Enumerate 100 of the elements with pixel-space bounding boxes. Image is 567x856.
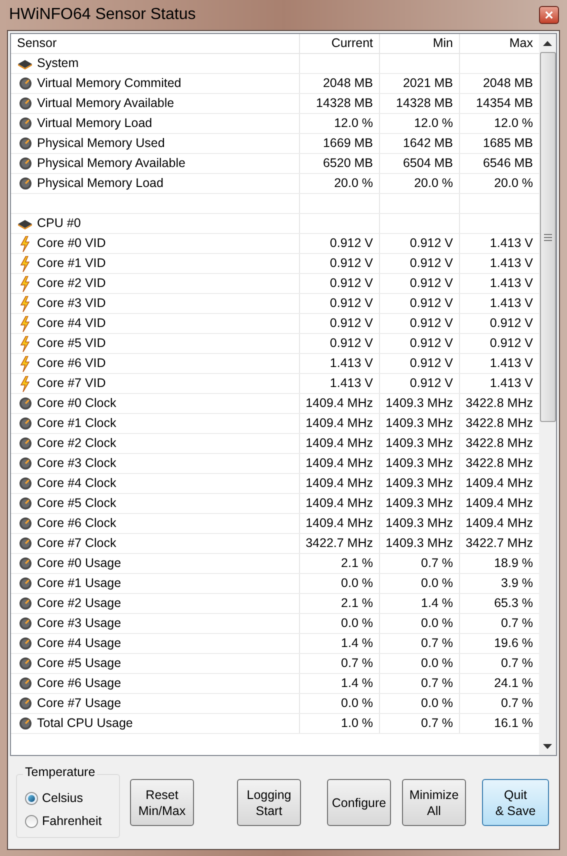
sensor-name: Core #3 VID xyxy=(37,295,106,312)
value-cell-text: 18.9 % xyxy=(494,555,533,572)
column-header[interactable]: Current xyxy=(299,34,379,53)
gauge-icon xyxy=(18,177,32,190)
value-cell-text: 1409.4 MHz xyxy=(306,515,373,532)
sensor-name: Virtual Memory Load xyxy=(37,115,152,132)
sensor-name: CPU #0 xyxy=(37,215,81,232)
sensor-name: Physical Memory Available xyxy=(37,155,186,172)
value-cell-text: 0.7 % xyxy=(421,715,453,732)
sensor-name: Core #4 Clock xyxy=(37,475,116,492)
sensor-name: Core #2 Usage xyxy=(37,595,122,612)
sensor-name: Virtual Memory Available xyxy=(37,95,174,112)
value-cell-text: 1409.3 MHz xyxy=(386,515,453,532)
value-cell-text: 0.7 % xyxy=(421,675,453,692)
value-cell-text: 1409.4 MHz xyxy=(466,515,533,532)
value-cell-text: 0.912 V xyxy=(410,335,453,352)
value-cell-text: 1409.4 MHz xyxy=(306,495,373,512)
radio-option[interactable]: Fahrenheit xyxy=(25,812,119,830)
value-cell-text: 1.413 V xyxy=(490,355,533,372)
sensor-name: Core #6 VID xyxy=(37,355,106,372)
gauge-icon xyxy=(18,537,32,550)
value-cell-text: 3422.7 MHz xyxy=(306,535,373,552)
action-button[interactable]: Reset Min/Max xyxy=(130,779,194,826)
action-button[interactable]: Configure xyxy=(327,779,391,826)
gauge-icon xyxy=(18,457,32,470)
value-cell-text: 3422.8 MHz xyxy=(466,415,533,432)
scroll-thumb[interactable] xyxy=(540,52,556,422)
value-cell-text: 0.7 % xyxy=(501,615,533,632)
gauge-icon xyxy=(18,97,32,110)
radio-option[interactable]: Celsius xyxy=(25,789,119,808)
value-cell-text: 1409.4 MHz xyxy=(306,395,373,412)
sensor-name: Core #2 Clock xyxy=(37,435,116,452)
sensor-name: Core #1 Usage xyxy=(37,575,122,592)
sensor-name: Core #4 VID xyxy=(37,315,106,332)
chip-icon xyxy=(17,58,33,70)
column-header[interactable]: Min xyxy=(379,34,459,53)
gauge-icon xyxy=(18,437,32,450)
value-cell-text: 14328 MB xyxy=(316,95,373,112)
sensor-name: Total CPU Usage xyxy=(37,715,133,732)
value-cell-text: 1409.3 MHz xyxy=(386,415,453,432)
value-cell-text: 0.912 V xyxy=(330,255,373,272)
sensor-name: Core #6 Clock xyxy=(37,515,116,532)
value-cell-text: 19.6 % xyxy=(494,635,533,652)
gauge-icon xyxy=(18,657,32,670)
value-cell-text: 1685 MB xyxy=(482,135,533,152)
sensor-name: Core #7 VID xyxy=(37,375,106,392)
value-cell-text: 1.413 V xyxy=(490,375,533,392)
value-cell-text: 1.413 V xyxy=(330,375,373,392)
sensor-name: Physical Memory Used xyxy=(37,135,165,152)
value-cell-text: 0.912 V xyxy=(330,235,373,252)
value-cell-text: 0.912 V xyxy=(410,375,453,392)
action-button[interactable]: Quit & Save xyxy=(482,779,549,826)
sensor-name: Core #6 Usage xyxy=(37,675,122,692)
value-cell-text: 1409.4 MHz xyxy=(306,415,373,432)
value-cell-text: 12.0 % xyxy=(494,115,533,132)
value-cell-text: 1669 MB xyxy=(322,135,373,152)
lightning-icon xyxy=(20,336,30,352)
action-button[interactable]: Logging Start xyxy=(237,779,301,826)
sensor-name: Core #5 VID xyxy=(37,335,106,352)
action-button[interactable]: Minimize All xyxy=(402,779,466,826)
value-cell-text: 12.0 % xyxy=(334,115,373,132)
sensor-name: Core #7 Usage xyxy=(37,695,122,712)
lightning-icon xyxy=(20,296,30,312)
value-cell-text: 6504 MB xyxy=(402,155,453,172)
gauge-icon xyxy=(18,137,32,150)
value-cell-text: 20.0 % xyxy=(494,175,533,192)
value-cell-text: 0.0 % xyxy=(341,695,373,712)
sensor-name: Core #0 Usage xyxy=(37,555,122,572)
value-cell-text: 1.413 V xyxy=(490,235,533,252)
gauge-icon xyxy=(18,117,32,130)
value-cell-text: 1409.3 MHz xyxy=(386,475,453,492)
value-cell-text: 0.912 V xyxy=(410,275,453,292)
value-cell-text: 3422.8 MHz xyxy=(466,455,533,472)
value-cell-text: 1409.3 MHz xyxy=(386,395,453,412)
value-cell-text: 1409.3 MHz xyxy=(386,495,453,512)
value-cell-text: 2.1 % xyxy=(341,555,373,572)
value-cell-text: 20.0 % xyxy=(414,175,453,192)
lightning-icon xyxy=(20,276,30,292)
gauge-icon xyxy=(18,397,32,410)
value-cell-text: 0.7 % xyxy=(421,555,453,572)
value-cell-text: 2.1 % xyxy=(341,595,373,612)
value-cell-text: 20.0 % xyxy=(334,175,373,192)
value-cell-text: 0.7 % xyxy=(501,695,533,712)
column-header[interactable]: Sensor xyxy=(11,34,299,53)
value-cell-text: 1.0 % xyxy=(341,715,373,732)
value-cell-text: 3422.8 MHz xyxy=(466,395,533,412)
value-cell-text: 1.413 V xyxy=(490,255,533,272)
value-cell-text: 0.0 % xyxy=(421,655,453,672)
value-cell-text: 0.912 V xyxy=(410,315,453,332)
gauge-icon xyxy=(18,77,32,90)
scrollbar[interactable] xyxy=(539,34,556,755)
value-cell-text: 1409.4 MHz xyxy=(306,435,373,452)
value-cell-text: 0.0 % xyxy=(421,575,453,592)
value-cell-text: 1409.4 MHz xyxy=(466,495,533,512)
sensor-name: Core #0 VID xyxy=(37,235,106,252)
value-cell-text: 1409.3 MHz xyxy=(386,535,453,552)
sensor-name: Core #1 Clock xyxy=(37,415,116,432)
sensor-name: Core #1 VID xyxy=(37,255,106,272)
gauge-icon xyxy=(18,497,32,510)
value-cell-text: 3422.8 MHz xyxy=(466,435,533,452)
